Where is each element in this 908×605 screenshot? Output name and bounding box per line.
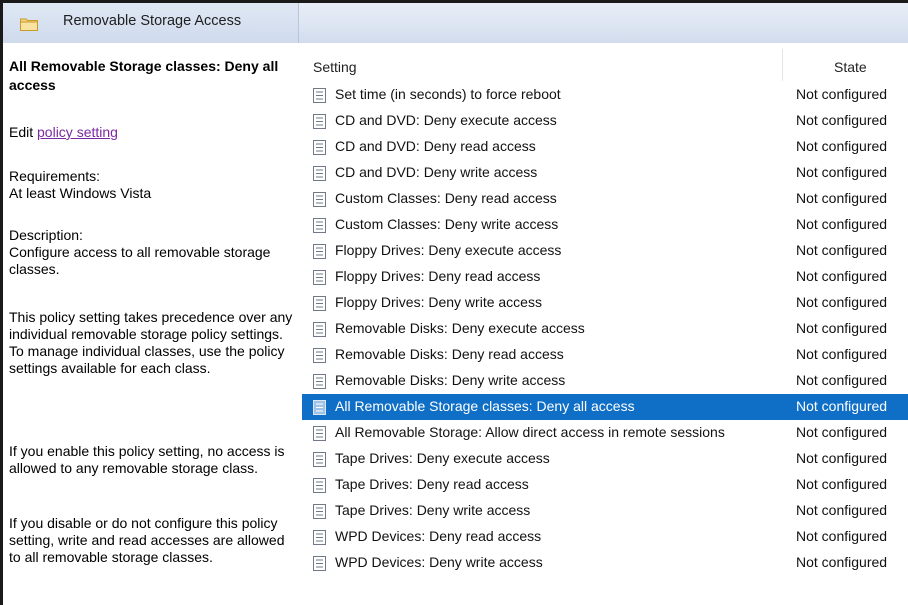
setting-state: Not configured [796, 190, 888, 206]
policy-setting-icon [313, 530, 326, 545]
edit-prefix: Edit [9, 124, 38, 140]
setting-state: Not configured [796, 528, 888, 544]
policy-setting-icon [313, 374, 326, 389]
setting-name: Floppy Drives: Deny write access [335, 294, 542, 310]
description-paragraph: This policy setting takes precedence ove… [9, 309, 293, 376]
folder-icon [20, 18, 38, 31]
window-title: Removable Storage Access [63, 13, 242, 29]
description-paragraph: If you disable or do not configure this … [9, 515, 285, 565]
column-header-setting[interactable]: Setting [313, 56, 357, 78]
setting-name: Custom Classes: Deny write access [335, 216, 559, 232]
setting-name: WPD Devices: Deny write access [335, 554, 543, 570]
policy-row[interactable]: Tape Drives: Deny write access Not config… [302, 498, 908, 524]
policy-setting-icon [313, 322, 326, 337]
policy-row[interactable]: All Removable Storage: Allow direct acce… [302, 420, 908, 446]
settings-list: Setting State Set time (in seconds) to f… [302, 43, 908, 605]
setting-name: Tape Drives: Deny write access [335, 502, 531, 518]
policy-setting-icon [313, 166, 326, 181]
setting-name: WPD Devices: Deny read access [335, 528, 542, 544]
policy-row[interactable]: All Removable Storage classes: Deny all … [302, 394, 908, 420]
policy-setting-icon [313, 244, 326, 259]
policy-setting-icon [313, 504, 326, 519]
gpedit-window: Removable Storage Access All Removable S… [0, 0, 908, 605]
setting-name: Removable Disks: Deny write access [335, 372, 566, 388]
description-paragraph: Configure access to all removable storag… [9, 244, 271, 277]
setting-state: Not configured [796, 112, 888, 128]
setting-state: Not configured [796, 372, 888, 388]
setting-state: Not configured [796, 164, 888, 180]
policy-row[interactable]: Floppy Drives: Deny read access Not confi… [302, 264, 908, 290]
setting-name: Tape Drives: Deny execute access [335, 450, 550, 466]
policy-row[interactable]: Custom Classes: Deny write access Not con… [302, 212, 908, 238]
policy-setting-icon [313, 452, 326, 467]
setting-state: Not configured [796, 346, 888, 362]
policy-setting-icon [313, 478, 326, 493]
setting-name: Removable Disks: Deny execute access [335, 320, 585, 336]
setting-name: CD and DVD: Deny execute access [335, 112, 557, 128]
policy-setting-icon [313, 426, 326, 441]
description-paragraph: If you enable this policy setting, no ac… [9, 443, 285, 476]
setting-state: Not configured [796, 216, 888, 232]
policy-setting-icon [313, 218, 326, 233]
setting-state: Not configured [796, 242, 888, 258]
setting-name: Floppy Drives: Deny read access [335, 268, 541, 284]
edit-policy-line: Edit policy setting [9, 124, 118, 141]
setting-name: All Removable Storage classes: Deny all … [335, 398, 635, 414]
title-tab: Removable Storage Access [3, 3, 299, 43]
policy-setting-icon [313, 400, 326, 415]
policy-row[interactable]: Custom Classes: Deny read access Not conf… [302, 186, 908, 212]
setting-state: Not configured [796, 294, 888, 310]
column-divider[interactable] [782, 49, 783, 81]
requirements-label: Requirements: [9, 168, 101, 184]
requirements-value: At least Windows Vista [9, 185, 152, 201]
setting-name: Floppy Drives: Deny execute access [335, 242, 562, 258]
policy-title: All Removable Storage classes: Deny all … [9, 58, 279, 93]
policy-row[interactable]: Set time (in seconds) to force reboot Not… [302, 82, 908, 108]
policy-setting-icon [313, 270, 326, 285]
policy-row[interactable]: Floppy Drives: Deny execute access Not co… [302, 238, 908, 264]
setting-state: Not configured [796, 398, 888, 414]
policy-setting-icon [313, 88, 326, 103]
setting-name: Tape Drives: Deny read access [335, 476, 529, 492]
policy-row[interactable]: Removable Disks: Deny execute access Not … [302, 316, 908, 342]
policy-row[interactable]: WPD Devices: Deny write access Not config… [302, 550, 908, 576]
policy-setting-icon [313, 296, 326, 311]
policy-row[interactable]: Tape Drives: Deny execute access Not conf… [302, 446, 908, 472]
policy-setting-icon [313, 114, 326, 129]
setting-name: Set time (in seconds) to force reboot [335, 86, 561, 102]
policy-row[interactable]: Removable Disks: Deny read access Not con… [302, 342, 908, 368]
setting-state: Not configured [796, 86, 888, 102]
setting-name: All Removable Storage: Allow direct acce… [335, 424, 725, 440]
policy-setting-icon [313, 556, 326, 571]
policy-row[interactable]: CD and DVD: Deny write access Not configu… [302, 160, 908, 186]
description-pane: All Removable Storage classes: Deny all … [6, 43, 298, 605]
setting-state: Not configured [796, 424, 888, 440]
policy-row[interactable]: CD and DVD: Deny execute access Not confi… [302, 108, 908, 134]
setting-name: Removable Disks: Deny read access [335, 346, 564, 362]
policy-row[interactable]: Tape Drives: Deny read access Not configu… [302, 472, 908, 498]
policy-setting-icon [313, 140, 326, 155]
policy-setting-icon [313, 348, 326, 363]
policy-row[interactable]: WPD Devices: Deny read access Not configu… [302, 524, 908, 550]
policy-row[interactable]: Removable Disks: Deny write access Not co… [302, 368, 908, 394]
policy-row[interactable]: Floppy Drives: Deny write access Not conf… [302, 290, 908, 316]
setting-state: Not configured [796, 138, 888, 154]
setting-name: CD and DVD: Deny read access [335, 138, 536, 154]
setting-name: CD and DVD: Deny write access [335, 164, 538, 180]
policy-setting-icon [313, 192, 326, 207]
title-bar: Removable Storage Access [3, 3, 908, 43]
description-label: Description: [9, 227, 83, 243]
setting-state: Not configured [796, 502, 888, 518]
setting-state: Not configured [796, 476, 888, 492]
setting-name: Custom Classes: Deny read access [335, 190, 557, 206]
edit-policy-link[interactable]: policy setting [37, 124, 118, 140]
setting-state: Not configured [796, 320, 888, 336]
setting-state: Not configured [796, 450, 888, 466]
setting-state: Not configured [796, 554, 888, 570]
column-header-state[interactable]: State [834, 56, 867, 78]
setting-state: Not configured [796, 268, 888, 284]
policy-row[interactable]: CD and DVD: Deny read access Not configur… [302, 134, 908, 160]
